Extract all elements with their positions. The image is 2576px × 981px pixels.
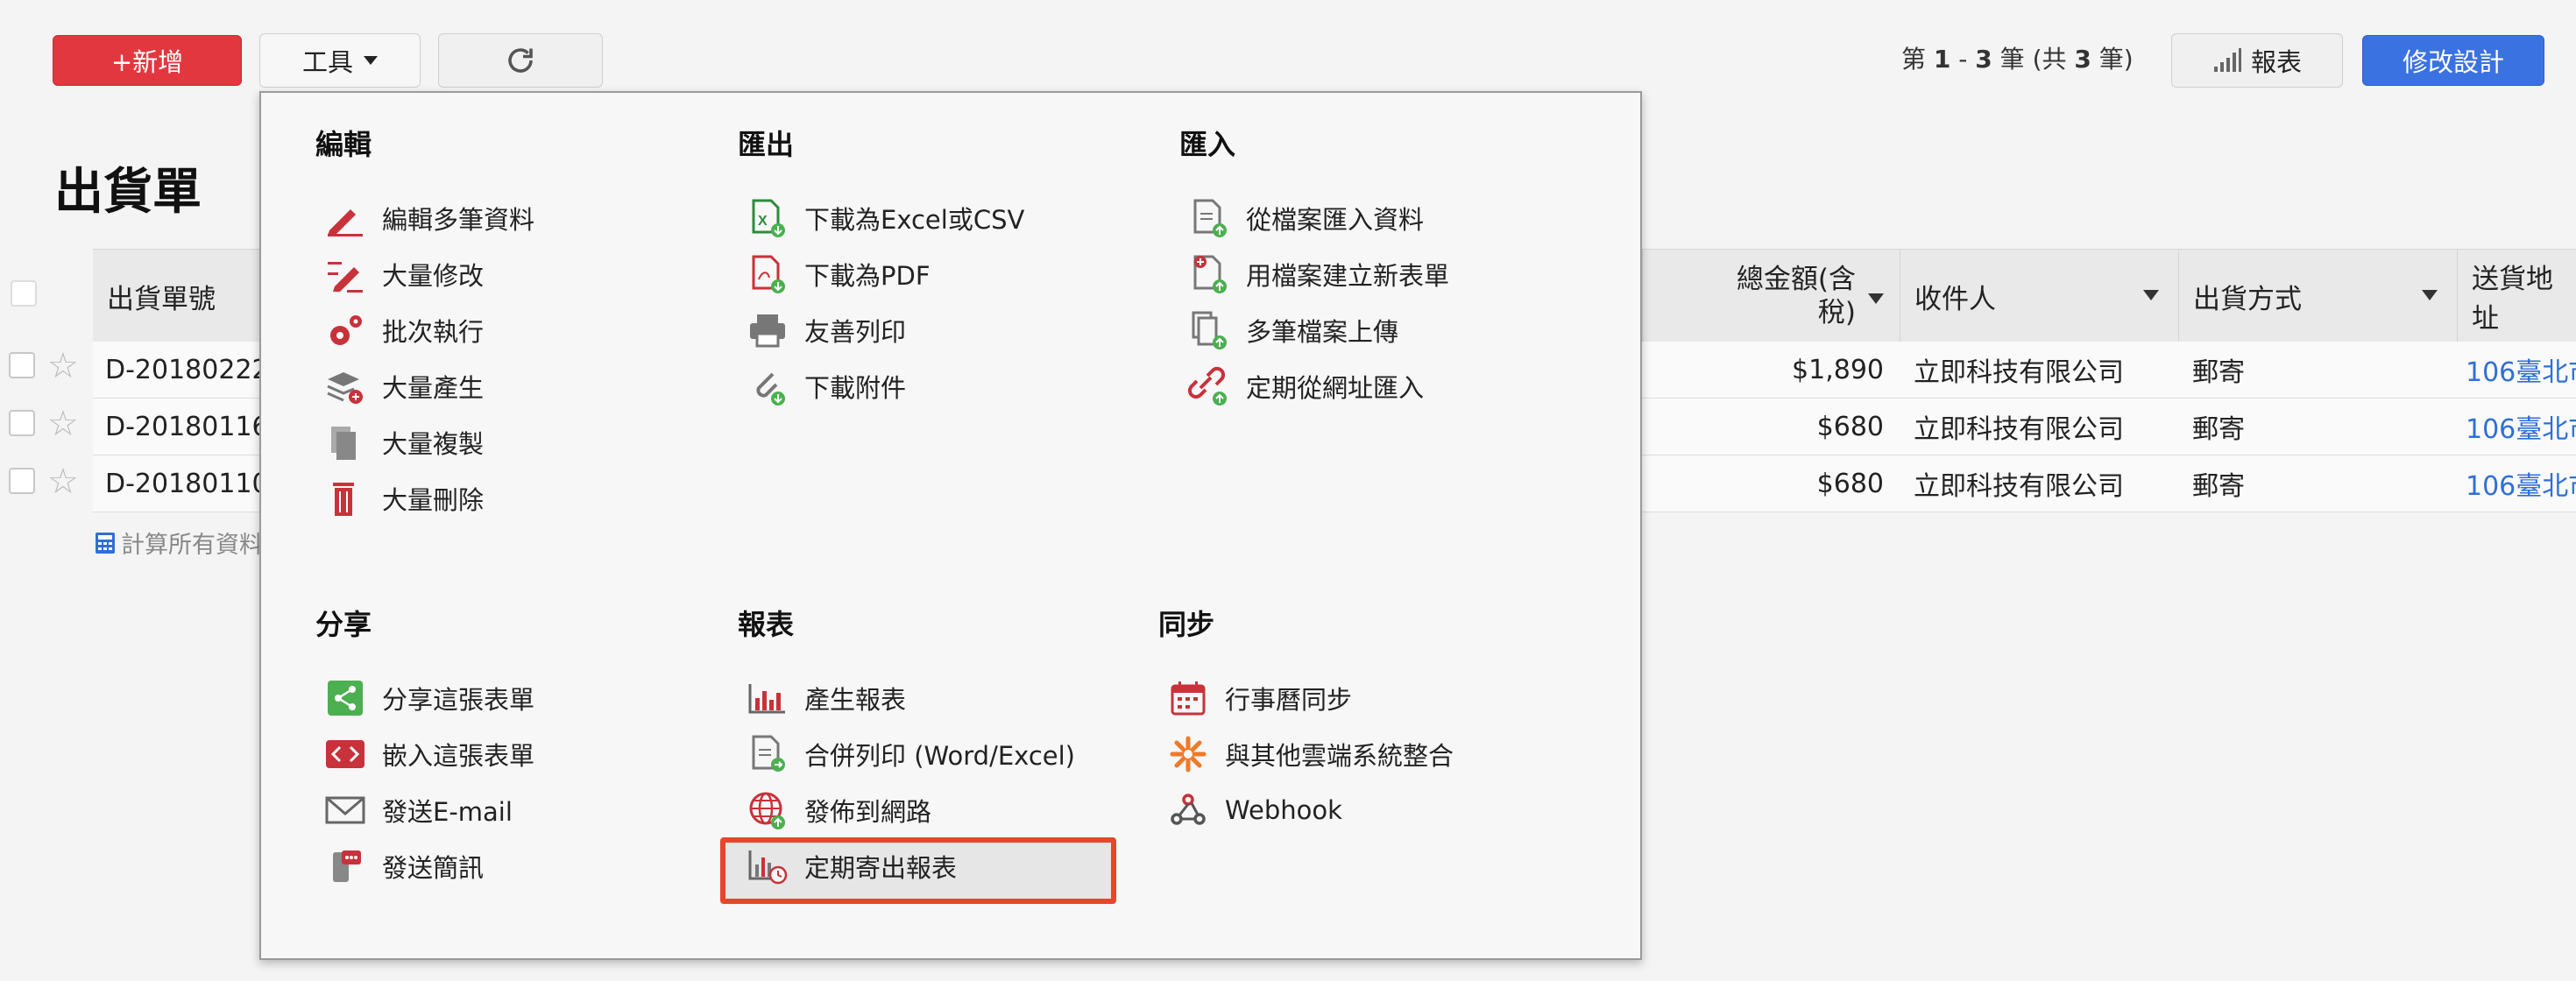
caret-down-icon xyxy=(364,56,378,65)
tools-dropdown-button[interactable]: 工具 xyxy=(259,33,421,88)
menu-item-download-pdf[interactable]: 下載為PDF xyxy=(743,249,931,300)
menu-section-import-title: 匯入 xyxy=(1179,128,1236,161)
row-checkbox[interactable] xyxy=(9,468,35,494)
total-cell: $1,890 xyxy=(1792,354,1884,385)
menu-item-bulk-modify[interactable]: 大量修改 xyxy=(321,249,484,300)
order-no-cell[interactable]: D-20180116- xyxy=(105,399,278,455)
paperclip-icon xyxy=(743,364,792,408)
svg-text:X: X xyxy=(758,214,768,229)
star-icon[interactable]: ☆ xyxy=(47,349,79,384)
shipping-cell: 郵寄 xyxy=(2192,414,2245,445)
address-link[interactable]: 106臺北市大安 xyxy=(2466,399,2576,455)
embed-code-icon xyxy=(321,732,370,776)
order-no-cell[interactable]: D-20180110- xyxy=(105,455,278,512)
menu-item-batch-execute[interactable]: 批次執行 xyxy=(321,305,484,356)
menu-item-bulk-generate[interactable]: 大量產生 xyxy=(321,361,484,412)
star-icon[interactable]: ☆ xyxy=(47,464,79,499)
menu-item-import-from-file[interactable]: 從檔案匯入資料 xyxy=(1185,193,1424,243)
menu-item-send-email[interactable]: 發送E-mail xyxy=(321,785,513,836)
menu-item-mail-merge[interactable]: 合併列印 (Word/Excel) xyxy=(743,729,1075,780)
menu-item-download-attachments[interactable]: 下載附件 xyxy=(743,361,906,412)
new-button[interactable]: +新增 xyxy=(53,35,242,86)
menu-item-cloud-integration[interactable]: 與其他雲端系統整合 xyxy=(1164,729,1454,780)
webhook-icon xyxy=(1164,788,1213,832)
globe-icon xyxy=(743,788,792,832)
star-icon[interactable]: ☆ xyxy=(47,406,79,441)
column-header-recipient[interactable]: 收件人 xyxy=(1900,250,2178,342)
layers-add-icon xyxy=(321,364,370,408)
address-link[interactable]: 106臺北市大安 xyxy=(2466,455,2576,512)
zapier-icon xyxy=(1164,732,1213,776)
menu-item-create-form-from-file[interactable]: 用檔案建立新表單 xyxy=(1185,249,1449,300)
calculate-all-link[interactable]: 計算所有資料 xyxy=(95,526,263,560)
sort-caret-icon xyxy=(2143,290,2159,300)
copy-icon xyxy=(321,420,370,464)
total-cell: $680 xyxy=(1816,468,1884,499)
menu-item-generate-report[interactable]: 產生報表 xyxy=(743,673,906,723)
refresh-icon xyxy=(508,48,533,73)
menu-section-export-title: 匯出 xyxy=(738,128,795,161)
bar-chart-icon xyxy=(743,676,792,720)
column-header-address[interactable]: 送貨地址 xyxy=(2457,250,2576,342)
menu-section-sync-title: 同步 xyxy=(1158,608,1215,641)
menu-section-share-title: 分享 xyxy=(315,608,372,641)
menu-item-share-form[interactable]: 分享這張表單 xyxy=(321,673,534,723)
total-cell: $680 xyxy=(1816,411,1884,442)
envelope-icon xyxy=(321,788,370,832)
shipping-cell: 郵寄 xyxy=(2192,471,2245,502)
sort-caret-icon xyxy=(2422,290,2438,300)
refresh-button[interactable] xyxy=(438,33,603,88)
menu-item-bulk-delete[interactable]: 大量刪除 xyxy=(321,473,484,524)
files-upload-icon xyxy=(1185,308,1234,352)
tools-menu: 編輯 編輯多筆資料 大量修改 批次執行 大量產生 大量複製 大量刪除 匯出 X … xyxy=(259,91,1642,960)
pencil-icon xyxy=(321,196,370,240)
calendar-icon xyxy=(1164,676,1213,720)
file-import-icon xyxy=(1185,196,1234,240)
column-header-shipping[interactable]: 出貨方式 xyxy=(2178,250,2457,342)
column-header-total[interactable]: 總金額(含 稅) xyxy=(1642,250,1900,342)
menu-item-scheduled-url-import[interactable]: 定期從網址匯入 xyxy=(1185,361,1424,412)
bar-chart-icon xyxy=(2213,48,2241,72)
menu-section-edit-title: 編輯 xyxy=(315,128,372,161)
gears-icon xyxy=(321,308,370,352)
menu-item-webhook[interactable]: Webhook xyxy=(1164,785,1342,836)
modify-design-button[interactable]: 修改設計 xyxy=(2362,35,2544,86)
menu-item-bulk-copy[interactable]: 大量複製 xyxy=(321,417,484,468)
scheduled-chart-icon xyxy=(743,844,792,888)
calculator-icon xyxy=(96,532,115,554)
menu-section-report-title: 報表 xyxy=(738,608,795,641)
excel-download-icon: X xyxy=(743,196,792,240)
row-checkbox[interactable] xyxy=(9,410,35,436)
shipping-cell: 郵寄 xyxy=(2192,357,2245,388)
link-import-icon xyxy=(1185,364,1234,408)
printer-icon xyxy=(743,308,792,352)
bulk-edit-icon xyxy=(321,252,370,296)
recipient-cell: 立即科技有限公司 xyxy=(1914,471,2124,502)
menu-item-multi-file-upload[interactable]: 多筆檔案上傳 xyxy=(1185,305,1398,356)
menu-item-calendar-sync[interactable]: 行事曆同步 xyxy=(1164,673,1352,723)
pagination-info: 第 1 - 3 筆 (共 3 筆) xyxy=(1901,45,2134,74)
share-icon xyxy=(321,676,370,720)
menu-item-scheduled-report[interactable]: 定期寄出報表 xyxy=(743,841,957,892)
file-create-icon xyxy=(1185,252,1234,296)
sort-caret-icon xyxy=(1868,293,1884,304)
menu-item-send-sms[interactable]: 發送簡訊 xyxy=(321,841,484,892)
merge-document-icon xyxy=(743,732,792,776)
row-checkbox[interactable] xyxy=(9,352,35,378)
report-button[interactable]: 報表 xyxy=(2171,33,2343,88)
menu-item-publish-web[interactable]: 發佈到網路 xyxy=(743,785,931,836)
select-all-checkbox[interactable] xyxy=(11,280,37,307)
menu-item-print[interactable]: 友善列印 xyxy=(743,305,906,356)
recipient-cell: 立即科技有限公司 xyxy=(1914,414,2124,445)
order-no-cell[interactable]: D-20180222- xyxy=(105,342,278,398)
menu-item-embed-form[interactable]: 嵌入這張表單 xyxy=(321,729,534,780)
sms-phone-icon xyxy=(321,844,370,888)
pdf-download-icon xyxy=(743,252,792,296)
menu-item-edit-multiple[interactable]: 編輯多筆資料 xyxy=(321,193,534,243)
address-link[interactable]: 106臺北市大安 xyxy=(2466,342,2576,398)
menu-item-download-excel[interactable]: X 下載為Excel或CSV xyxy=(743,193,1024,243)
page-title: 出貨單 xyxy=(54,164,202,221)
recipient-cell: 立即科技有限公司 xyxy=(1914,357,2124,388)
trash-icon xyxy=(321,476,370,520)
